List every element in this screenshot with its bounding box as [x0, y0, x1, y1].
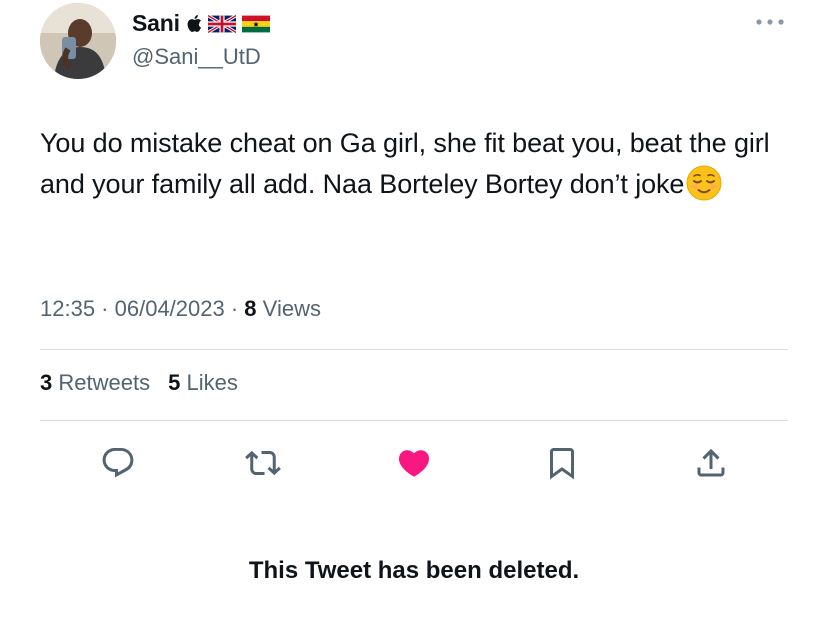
share-icon: [697, 448, 725, 477]
likes-label: Likes: [186, 370, 238, 395]
views-label: Views: [262, 296, 321, 321]
like-button[interactable]: [389, 438, 439, 488]
reply-icon: [102, 448, 134, 478]
avatar[interactable]: [40, 3, 116, 79]
deleted-tweet-notice: This Tweet has been deleted.: [248, 557, 580, 584]
relieved-face-emoji-icon: [686, 165, 722, 201]
uk-flag-icon: [207, 14, 236, 33]
apple-icon: [187, 15, 201, 32]
author-name[interactable]: Sani: [132, 10, 180, 37]
retweets-link[interactable]: 3 Retweets: [40, 370, 150, 395]
retweets-label: Retweets: [58, 370, 151, 395]
tweet-stats: 3 Retweets 5 Likes: [40, 370, 238, 396]
likes-count: 5: [168, 370, 181, 395]
retweets-count: 3: [40, 370, 53, 395]
tweet-date[interactable]: 06/04/2023: [115, 296, 225, 321]
more-options-button[interactable]: [753, 12, 787, 32]
meta-separator: ·: [224, 296, 245, 321]
divider: [40, 349, 788, 350]
divider: [40, 420, 788, 421]
action-bar: [40, 438, 788, 488]
tweet-body: You do mistake cheat on Ga girl, she fit…: [40, 128, 770, 199]
bookmark-button[interactable]: [537, 438, 587, 488]
author-name-row: Sani: [132, 10, 270, 37]
tweet-time[interactable]: 12:35: [40, 296, 95, 321]
ghana-flag-icon: [241, 15, 270, 32]
retweet-icon: [245, 450, 281, 476]
bookmark-icon: [550, 448, 574, 480]
author-handle[interactable]: @Sani__UtD: [132, 44, 261, 70]
tweet-meta: 12:35 · 06/04/2023 · 8 Views: [40, 296, 321, 322]
like-heart-icon: [398, 450, 430, 477]
share-button[interactable]: [686, 438, 736, 488]
reply-button[interactable]: [93, 438, 143, 488]
meta-separator: ·: [95, 296, 115, 321]
avatar-photo: [40, 3, 116, 79]
views-count: 8: [244, 296, 257, 321]
tweet-text: You do mistake cheat on Ga girl, she fit…: [40, 123, 788, 205]
more-dots-icon: [756, 19, 784, 25]
likes-link[interactable]: 5 Likes: [168, 370, 238, 395]
retweet-button[interactable]: [238, 438, 288, 488]
